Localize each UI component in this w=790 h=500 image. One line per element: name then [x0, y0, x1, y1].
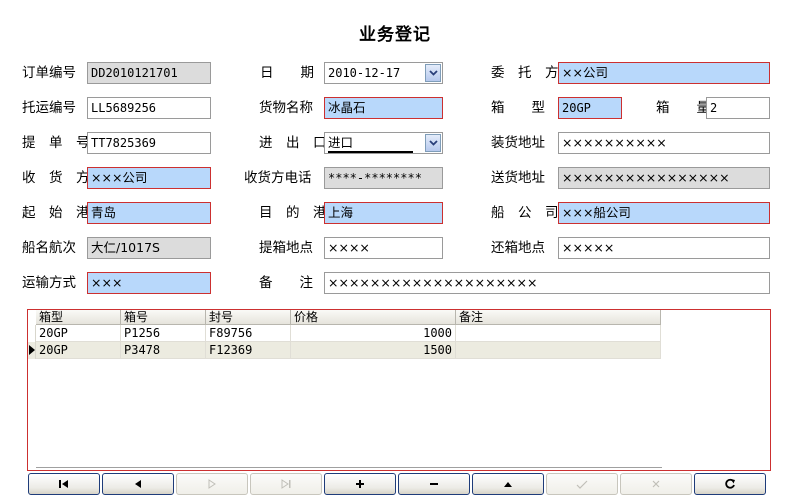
import-export-dropdown-button[interactable] [425, 134, 441, 152]
vessel-voyage-field[interactable]: 大仁/1017S [87, 237, 211, 259]
current-row-icon [29, 345, 35, 355]
cell-box-no[interactable]: P3478 [121, 342, 206, 359]
cancel-button[interactable] [620, 473, 692, 495]
row-indicator[interactable] [28, 325, 36, 342]
first-icon [59, 480, 68, 488]
return-point-field[interactable]: ××××× [558, 237, 770, 259]
import-export-value: 进口 [328, 135, 413, 153]
date-label: 日 期 [260, 65, 314, 81]
pickup-point-field[interactable]: ×××× [324, 237, 443, 259]
edit-button[interactable] [472, 473, 544, 495]
cell-price[interactable]: 1000 [291, 325, 456, 342]
check-icon [576, 480, 588, 489]
refresh-icon [725, 478, 735, 489]
cancel-icon [652, 480, 660, 488]
origin-port-label: 起 始 港 [22, 205, 90, 221]
dest-port-label: 目 的 港 [259, 205, 327, 221]
remarks-field[interactable]: ×××××××××××××××××××× [324, 272, 770, 294]
consignee-field[interactable]: ×××公司 [87, 167, 211, 189]
cell-box-type[interactable]: 20GP [36, 325, 121, 342]
delivery-addr-field[interactable]: ×××××××××××××××× [558, 167, 770, 189]
table-row[interactable]: 20GP P3478 F12369 1500 [28, 342, 661, 359]
consignee-phone-field[interactable]: ****-******** [324, 167, 443, 189]
consignee-label: 收 货 方 [22, 170, 90, 186]
plus-icon [356, 480, 364, 488]
delete-button[interactable] [398, 473, 470, 495]
col-header-price[interactable]: 价格 [291, 310, 456, 325]
chevron-down-icon [428, 70, 438, 76]
next-record-button[interactable] [176, 473, 248, 495]
col-header-box-type[interactable]: 箱型 [36, 310, 121, 325]
shipping-co-field[interactable]: ×××船公司 [558, 202, 770, 224]
return-point-label: 还箱地点 [491, 240, 545, 256]
order-no-field[interactable]: DD2010121701 [87, 62, 211, 84]
goods-name-field[interactable]: 冰晶石 [324, 97, 443, 119]
last-icon [281, 479, 291, 489]
first-record-button[interactable] [28, 473, 100, 495]
row-indicator[interactable] [28, 342, 36, 359]
post-button[interactable] [546, 473, 618, 495]
date-dropdown-button[interactable] [425, 64, 441, 82]
col-header-note[interactable]: 备注 [456, 310, 661, 325]
cell-box-type[interactable]: 20GP [36, 342, 121, 359]
chevron-down-icon [428, 140, 438, 146]
vessel-voyage-label: 船名航次 [22, 240, 76, 256]
col-header-box-no[interactable]: 箱号 [121, 310, 206, 325]
shipping-co-label: 船 公 司 [491, 205, 559, 221]
refresh-button[interactable] [694, 473, 766, 495]
transport-mode-field[interactable]: ××× [87, 272, 211, 294]
order-no-label: 订单编号 [22, 65, 76, 81]
goods-name-label: 货物名称 [259, 100, 313, 116]
remarks-label: 备 注 [259, 275, 313, 291]
up-triangle-icon [504, 482, 512, 487]
container-grid[interactable]: 箱型 箱号 封号 价格 备注 20GP P1256 F89756 1000 20… [27, 309, 771, 471]
import-export-label: 进 出 口 [259, 135, 327, 151]
client-field[interactable]: ××公司 [558, 62, 770, 84]
load-addr-field[interactable]: ×××××××××× [558, 132, 770, 154]
cell-note[interactable] [456, 342, 661, 359]
prior-record-button[interactable] [102, 473, 174, 495]
cell-seal-no[interactable]: F89756 [206, 325, 291, 342]
minus-icon [430, 483, 438, 485]
box-qty-label: 箱 量 [656, 100, 710, 116]
box-qty-field[interactable]: 2 [706, 97, 770, 119]
date-picker[interactable]: 2010-12-17 [324, 62, 443, 84]
consign-no-label: 托运编号 [22, 100, 76, 116]
form-title: 业务登记 [359, 25, 431, 45]
dest-port-field[interactable]: 上海 [324, 202, 443, 224]
next-icon [208, 479, 216, 489]
bl-no-field[interactable]: TT7825369 [87, 132, 211, 154]
cell-note[interactable] [456, 325, 661, 342]
transport-mode-label: 运输方式 [22, 275, 76, 291]
grid-horizontal-scrollbar[interactable] [36, 467, 662, 471]
bl-no-label: 提 单 号 [22, 135, 90, 151]
client-label: 委 托 方 [491, 65, 559, 81]
box-type-label: 箱 型 [491, 100, 545, 116]
delivery-addr-label: 送货地址 [491, 170, 545, 186]
pickup-point-label: 提箱地点 [259, 240, 313, 256]
consign-no-field[interactable]: LL5689256 [87, 97, 211, 119]
load-addr-label: 装货地址 [491, 135, 545, 151]
import-export-select[interactable]: 进口 [324, 132, 443, 154]
prior-icon [135, 480, 141, 488]
insert-button[interactable] [324, 473, 396, 495]
last-record-button[interactable] [250, 473, 322, 495]
origin-port-field[interactable]: 青岛 [87, 202, 211, 224]
cell-box-no[interactable]: P1256 [121, 325, 206, 342]
table-row[interactable]: 20GP P1256 F89756 1000 [28, 325, 661, 342]
cell-seal-no[interactable]: F12369 [206, 342, 291, 359]
date-value: 2010-12-17 [328, 66, 401, 80]
box-type-field[interactable]: 20GP [558, 97, 622, 119]
grid-header: 箱型 箱号 封号 价格 备注 [36, 310, 661, 325]
consignee-phone-label: 收货方电话 [244, 170, 312, 186]
record-navigator [28, 473, 768, 496]
col-header-seal-no[interactable]: 封号 [206, 310, 291, 325]
cell-price[interactable]: 1500 [291, 342, 456, 359]
